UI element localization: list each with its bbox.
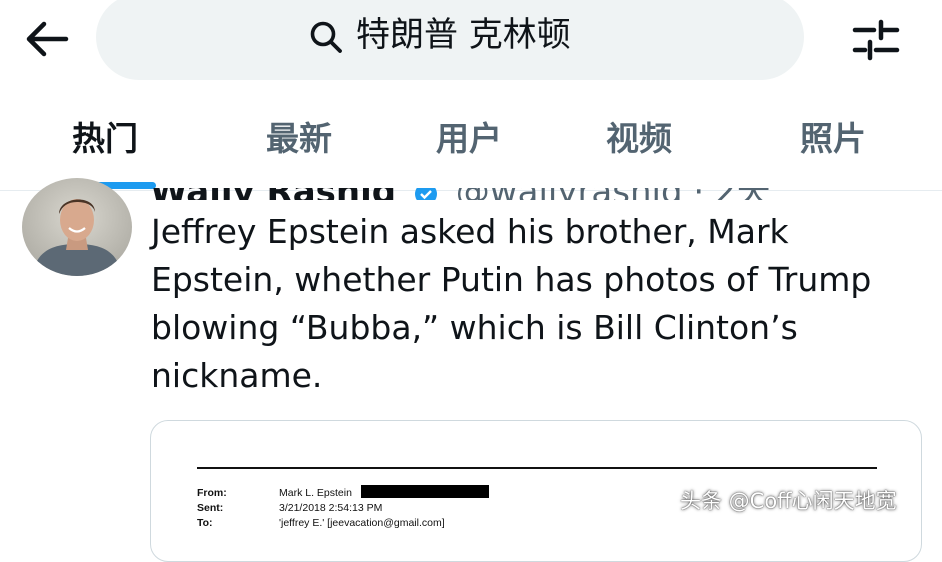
search-query[interactable]: 特朗普 克林顿 bbox=[356, 12, 571, 58]
email-from-value: Mark L. Epstein bbox=[279, 487, 352, 499]
email-to-label: To: bbox=[197, 517, 213, 529]
author-name[interactable]: Wally Rashid bbox=[150, 188, 396, 200]
tab-top[interactable]: 热门 bbox=[72, 114, 138, 164]
tweet-text-line: blowing “Bubba,” which is Bill Clinton’s bbox=[151, 308, 798, 347]
top-bar: 特朗普 克林顿 bbox=[0, 0, 942, 80]
verified-badge-icon bbox=[414, 188, 437, 200]
avatar-photo bbox=[22, 178, 132, 276]
tweet-text: Jeffrey Epstein asked his brother, Mark … bbox=[151, 208, 921, 400]
sliders-icon bbox=[852, 19, 900, 61]
avatar[interactable] bbox=[22, 178, 132, 276]
arrow-left-icon bbox=[26, 21, 69, 57]
email-to-value: 'jeffrey E.' [jeevacation@gmail.com] bbox=[279, 517, 445, 529]
tab-latest[interactable]: 最新 bbox=[266, 114, 332, 164]
search-icon bbox=[310, 21, 342, 53]
tweet-text-line: Epstein, whether Putin has photos of Tru… bbox=[151, 260, 872, 299]
tab-photos[interactable]: 照片 bbox=[800, 114, 866, 164]
watermark: 头条 @Coff心闲天地宽 bbox=[680, 489, 897, 513]
email-from-label: From: bbox=[197, 487, 227, 499]
email-sent-value: 3/21/2018 2:54:13 PM bbox=[279, 502, 383, 514]
tweet-text-line: Jeffrey Epstein asked his brother, Mark bbox=[151, 212, 789, 251]
search-settings-button[interactable] bbox=[850, 14, 902, 66]
search-bar[interactable]: 特朗普 克林顿 bbox=[96, 0, 804, 80]
tweet-text-line: nickname. bbox=[151, 356, 323, 395]
search-tabs: 热门 最新 用户 视频 照片 bbox=[0, 98, 942, 191]
email-sent-label: Sent: bbox=[197, 502, 224, 514]
document-rule bbox=[197, 467, 877, 469]
back-button[interactable] bbox=[22, 14, 72, 64]
tab-people[interactable]: 用户 bbox=[436, 114, 502, 164]
redaction-bar bbox=[361, 485, 489, 498]
tweet-header: Wally Rashid @wallyrashid · 2天 bbox=[150, 188, 770, 200]
tab-videos[interactable]: 视频 bbox=[606, 114, 672, 164]
author-handle: @wallyrashid · 2天 bbox=[456, 188, 770, 200]
